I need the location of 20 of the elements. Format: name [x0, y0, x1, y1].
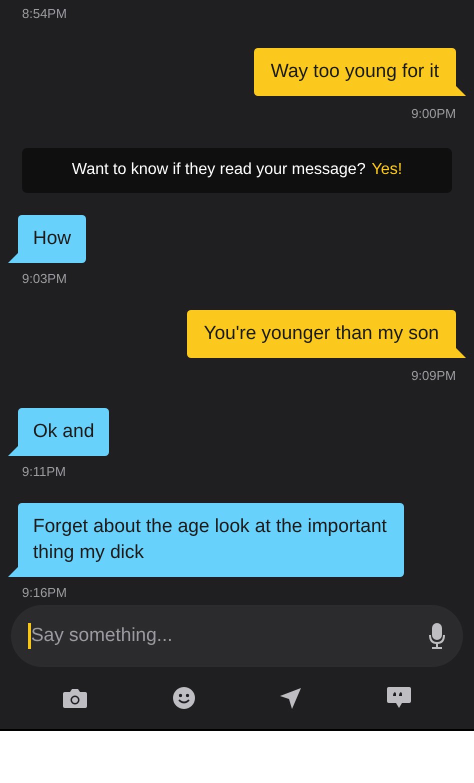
message-time: 9:09PM	[411, 367, 456, 385]
quote-bubble-icon[interactable]	[387, 687, 412, 709]
bubble-tail-icon	[8, 446, 18, 456]
location-arrow-icon[interactable]	[280, 688, 302, 708]
bubble-tail-icon	[456, 348, 466, 358]
text-cursor	[28, 623, 31, 649]
message-time: 9:11PM	[22, 462, 66, 480]
message-input-field[interactable]: Say something...	[11, 605, 463, 667]
microphone-icon[interactable]	[429, 623, 445, 649]
message-time: 9:00PM	[411, 105, 456, 123]
yes-link[interactable]: Yes!	[372, 158, 402, 182]
camera-icon[interactable]	[62, 688, 87, 708]
bubble-tail-icon	[8, 252, 18, 262]
message-time: 9:03PM	[22, 270, 67, 288]
message-time: 9:16PM	[22, 584, 67, 602]
bubble-tail-icon	[456, 86, 466, 96]
smiley-icon[interactable]	[172, 687, 195, 709]
bubble-tail-icon	[8, 567, 18, 577]
message-time: 8:54PM	[22, 6, 67, 21]
banner-text: Want to know if they read your message?	[72, 160, 366, 180]
